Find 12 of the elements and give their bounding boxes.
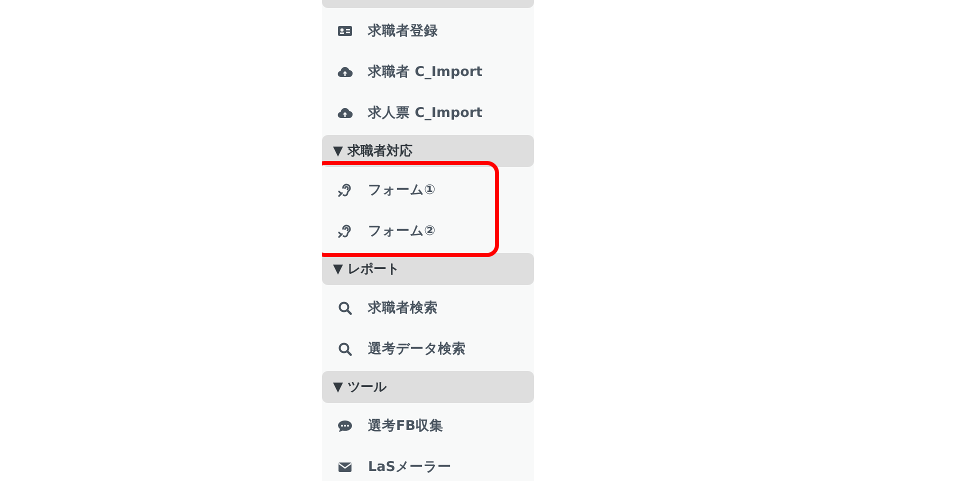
section-header[interactable]: ▼ ツール [322,371,534,403]
menu-item[interactable]: フォーム② [322,210,534,251]
section-header[interactable]: ▼ 求職者対応 [322,135,534,167]
menu-item[interactable]: 選考FB収集 [322,405,534,446]
menu-item[interactable]: LaSメーラー [322,446,534,481]
menu-item[interactable]: 選考データ検索 [322,328,534,369]
menu-item[interactable]: 求職者検索 [322,287,534,328]
menu-item[interactable]: 求職者 C_Import [322,51,534,92]
menu-item[interactable]: 求人票 C_Import [322,92,534,133]
menu-item[interactable]: 求職者登録 [322,10,534,51]
menu-item[interactable]: フォーム① [322,169,534,210]
section-header[interactable]: ▼ レポート [322,253,534,285]
